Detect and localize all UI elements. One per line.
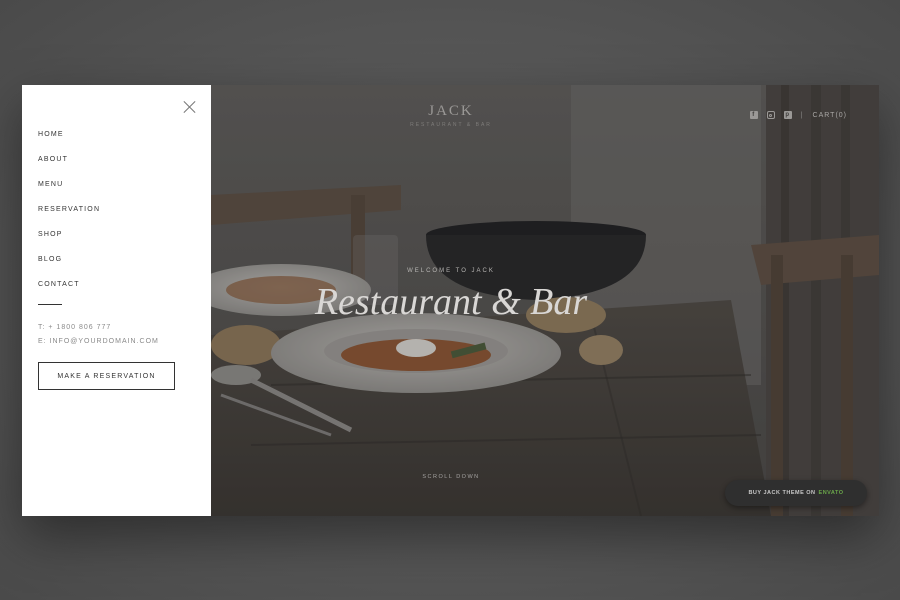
nav-item-contact[interactable]: CONTACT — [38, 279, 100, 304]
nav-item-reservation[interactable]: RESERVATION — [38, 204, 100, 229]
facebook-icon[interactable]: f — [749, 111, 758, 119]
buy-theme-button[interactable]: BUY JACK THEME ON ENVATO — [725, 480, 867, 506]
logo-subtitle: RESTAURANT & BAR — [410, 122, 492, 128]
nav-item-about[interactable]: ABOUT — [38, 154, 100, 179]
header-separator: | — [800, 111, 804, 119]
contact-email[interactable]: E: INFO@YOURDOMAIN.COM — [38, 335, 159, 349]
close-icon[interactable] — [183, 100, 197, 114]
envato-label: ENVATO — [818, 490, 844, 496]
nav-item-shop[interactable]: SHOP — [38, 229, 100, 254]
header-actions: f p | CART(0) — [749, 111, 847, 119]
pinterest-icon[interactable]: p — [783, 111, 792, 119]
menu-divider — [38, 304, 62, 305]
buy-theme-label: BUY JACK THEME ON — [748, 490, 816, 496]
site-logo[interactable]: JACK RESTAURANT & BAR — [211, 103, 691, 128]
nav-item-menu[interactable]: MENU — [38, 179, 100, 204]
instagram-icon[interactable] — [766, 111, 775, 119]
hero-title: Restaurant & Bar — [314, 281, 588, 323]
make-reservation-button[interactable]: MAKE A RESERVATION — [38, 362, 175, 390]
nav-list: HOME ABOUT MENU RESERVATION SHOP BLOG CO… — [38, 129, 100, 304]
nav-item-blog[interactable]: BLOG — [38, 254, 100, 279]
contact-info: T: + 1800 806 777 E: INFO@YOURDOMAIN.COM — [38, 321, 159, 349]
contact-phone: T: + 1800 806 777 — [38, 324, 112, 331]
scroll-down-link[interactable]: SCROLL DOWN — [211, 474, 691, 480]
nav-item-home[interactable]: HOME — [38, 129, 100, 154]
cart-link[interactable]: CART(0) — [813, 112, 847, 119]
side-menu: HOME ABOUT MENU RESERVATION SHOP BLOG CO… — [22, 85, 211, 516]
logo-title: JACK — [428, 103, 474, 119]
hero-eyebrow: WELCOME TO JACK — [407, 268, 495, 274]
site-preview-window: HOME ABOUT MENU RESERVATION SHOP BLOG CO… — [22, 85, 879, 516]
hero-section: JACK RESTAURANT & BAR f p | CART(0) WELC… — [211, 85, 879, 516]
